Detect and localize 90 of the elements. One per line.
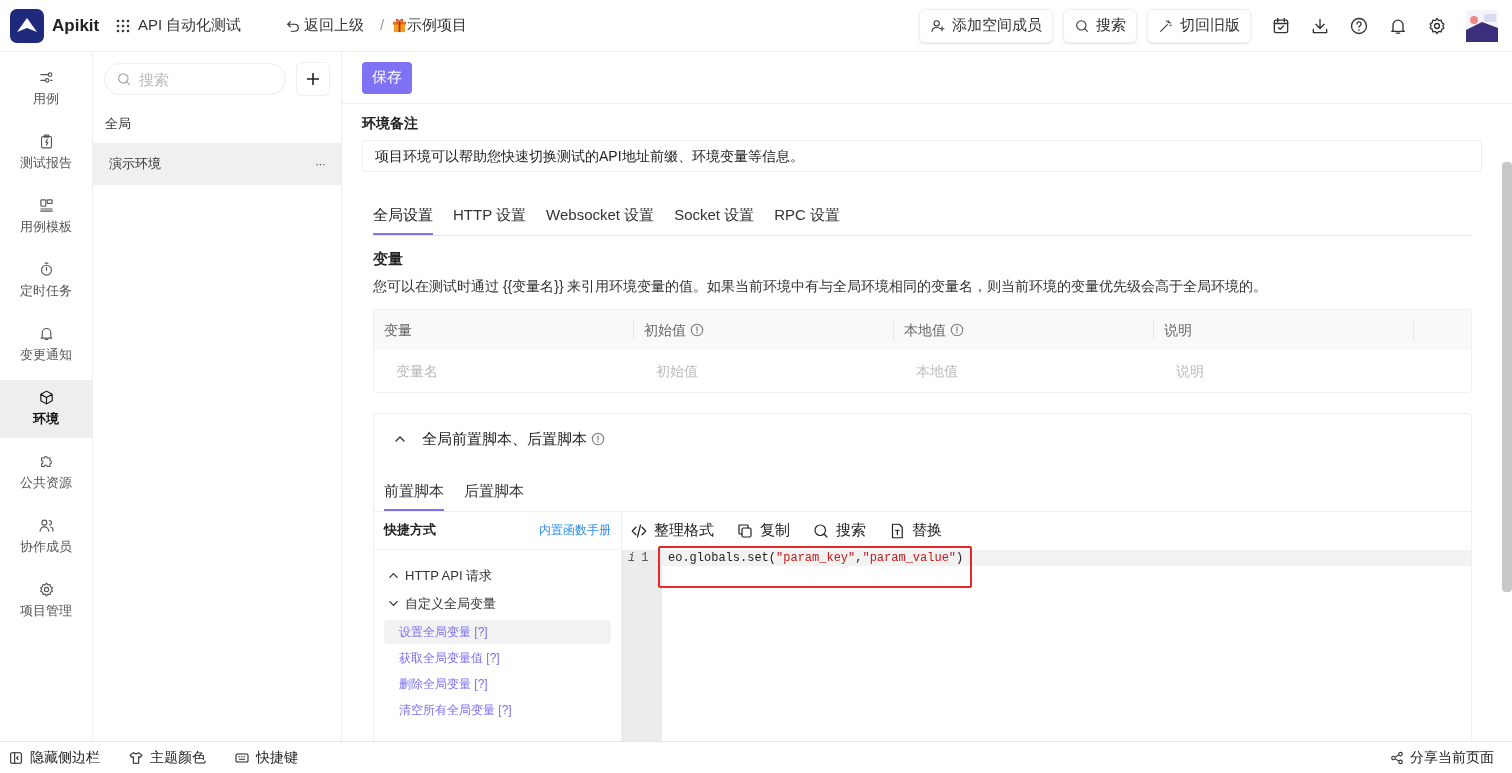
project-name[interactable]: 示例项目 bbox=[407, 14, 468, 37]
avatar[interactable] bbox=[1466, 9, 1498, 42]
info-icon bbox=[591, 432, 605, 446]
script-title: 全局前置脚本、后置脚本 bbox=[422, 428, 587, 449]
more-button[interactable]: ··· bbox=[315, 153, 325, 174]
toolbar-button[interactable]: 搜索 bbox=[812, 519, 866, 542]
table-input[interactable]: 初始值 bbox=[644, 360, 884, 382]
line-number: 1 bbox=[641, 549, 649, 567]
header-action-button[interactable]: 添加空间成员 bbox=[919, 8, 1053, 43]
add-user-icon bbox=[930, 17, 946, 34]
section-title: 变量 bbox=[373, 248, 404, 269]
workspace-name[interactable]: API 自动化测试 bbox=[138, 14, 242, 37]
nav-item[interactable]: 用例模板 bbox=[0, 188, 92, 246]
column-header: 说明 bbox=[1154, 320, 1414, 340]
footer-button[interactable]: 快捷键 bbox=[234, 747, 298, 768]
code-icon bbox=[630, 521, 648, 540]
note-field[interactable]: 项目环境可以帮助您快速切换测试的API地址前缀、环境变量等信息。 bbox=[362, 140, 1482, 172]
users-icon bbox=[37, 517, 55, 535]
table-input[interactable]: 本地值 bbox=[904, 360, 1144, 382]
shirt-icon bbox=[128, 749, 144, 766]
scrollbar[interactable] bbox=[1502, 162, 1512, 592]
copy-icon bbox=[736, 521, 754, 540]
toolbar-button[interactable]: 整理格式 bbox=[630, 519, 714, 542]
info-icon bbox=[690, 323, 704, 337]
header-action-button[interactable]: 切回旧版 bbox=[1147, 8, 1251, 43]
tab[interactable]: Socket 设置 bbox=[674, 204, 755, 235]
nav-item[interactable]: 变更通知 bbox=[0, 316, 92, 374]
cube-icon bbox=[37, 389, 55, 407]
search-icon bbox=[116, 71, 132, 87]
grid-icon[interactable] bbox=[116, 18, 130, 33]
tab[interactable]: HTTP 设置 bbox=[453, 204, 527, 235]
nav-item[interactable]: 定时任务 bbox=[0, 252, 92, 310]
tab[interactable]: 前置脚本 bbox=[384, 480, 444, 511]
breadcrumb-separator: / bbox=[380, 15, 385, 36]
header-action-button[interactable]: 搜索 bbox=[1063, 8, 1137, 43]
save-button[interactable]: 保存 bbox=[362, 61, 412, 94]
back-button[interactable]: 返回上级 bbox=[286, 14, 364, 37]
calendar-icon[interactable] bbox=[1271, 15, 1291, 36]
environment-item[interactable]: 演示环境 ··· bbox=[93, 142, 341, 185]
description: 您可以在测试时通过 {{变量名}} 来引用环境变量的值。如果当前环境中有与全局环境相同的变量名，则当前环境的变量优先级会高于全局环境的。 bbox=[373, 277, 1269, 296]
search-icon bbox=[1074, 17, 1090, 34]
nav-item[interactable]: 项目管理 bbox=[0, 572, 92, 630]
info-icon bbox=[950, 323, 964, 337]
magic-wand-icon bbox=[1158, 17, 1174, 34]
undo-icon bbox=[286, 18, 300, 33]
caret-up-icon[interactable] bbox=[388, 570, 399, 581]
shortcut-item[interactable]: 删除全局变量 [?] bbox=[384, 671, 611, 696]
share-button[interactable]: 分享当前页面 bbox=[1390, 747, 1504, 768]
table-input[interactable]: 变量名 bbox=[384, 360, 624, 382]
column-header: 初始值 bbox=[634, 320, 894, 340]
tab[interactable]: 后置脚本 bbox=[464, 480, 524, 511]
logo-text: Apikit bbox=[52, 14, 100, 37]
footer-button[interactable]: 隐藏侧边栏 bbox=[8, 747, 100, 768]
panel-title: 快捷方式 bbox=[384, 521, 436, 540]
manual-link[interactable]: 内置函数手册 bbox=[539, 521, 611, 539]
tab[interactable]: RPC 设置 bbox=[774, 204, 841, 235]
nav-item[interactable]: 协作成员 bbox=[0, 508, 92, 566]
plus-icon bbox=[306, 72, 320, 86]
sidebar-icon bbox=[8, 749, 24, 766]
tab[interactable]: Websocket 设置 bbox=[546, 204, 655, 235]
nav-item[interactable]: 环境 bbox=[0, 380, 92, 438]
tab[interactable]: 全局设置 bbox=[373, 204, 433, 235]
nav-item[interactable]: 用例 bbox=[0, 60, 92, 118]
settings-icon[interactable] bbox=[1427, 15, 1447, 36]
gear-icon bbox=[37, 581, 55, 599]
search-icon bbox=[812, 521, 830, 540]
info-marker: i bbox=[628, 549, 636, 567]
search-field[interactable]: 搜索 bbox=[104, 63, 286, 95]
share-icon bbox=[1390, 750, 1404, 765]
nav-item[interactable]: 测试报告 bbox=[0, 124, 92, 182]
template-icon bbox=[37, 197, 55, 215]
section-title: 环境备注 bbox=[362, 114, 419, 133]
column-header: 变量 bbox=[374, 320, 634, 340]
group-label: 全局 bbox=[104, 115, 132, 133]
nav-item[interactable]: 公共资源 bbox=[0, 444, 92, 502]
toolbar-button[interactable]: 替换 bbox=[888, 519, 942, 542]
table-input[interactable]: 说明 bbox=[1164, 360, 1404, 382]
shortcut-item[interactable]: 设置全局变量 [?] bbox=[384, 619, 611, 644]
add-button[interactable] bbox=[296, 62, 330, 96]
column-header: 本地值 bbox=[894, 320, 1154, 340]
toolbar-button[interactable]: 复制 bbox=[736, 519, 790, 542]
tree-group[interactable]: HTTP API 请求 bbox=[405, 565, 493, 586]
footer-button[interactable]: 主题颜色 bbox=[128, 747, 206, 768]
tree-group[interactable]: 自定义全局变量 bbox=[405, 593, 496, 614]
shortcut-item[interactable]: 获取全局变量值 [?] bbox=[384, 645, 611, 670]
shortcut-item[interactable]: 清空所有全局变量 [?] bbox=[384, 697, 611, 722]
logo-icon bbox=[10, 8, 44, 43]
gift-icon bbox=[392, 18, 408, 33]
caret-down-icon[interactable] bbox=[388, 598, 399, 609]
help-icon[interactable] bbox=[1349, 15, 1369, 36]
